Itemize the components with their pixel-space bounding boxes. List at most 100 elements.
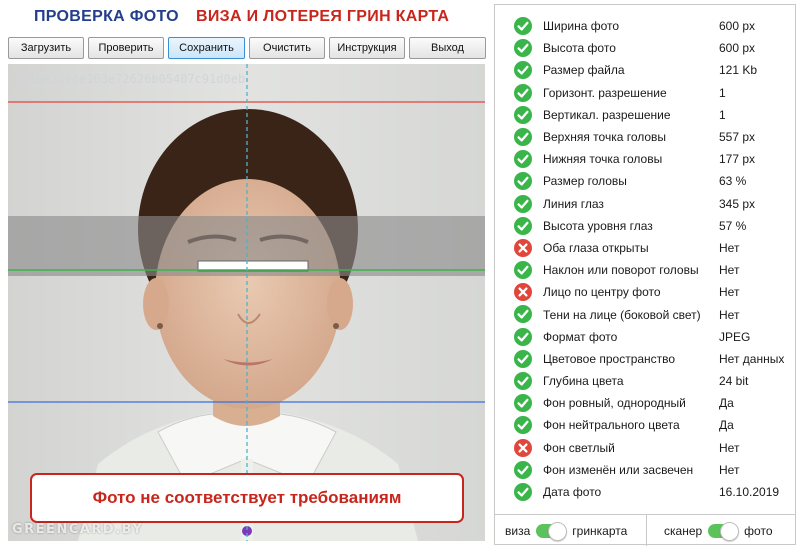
check-ok-icon <box>514 349 532 368</box>
check-label: Лицо по центру фото <box>543 285 661 300</box>
check-value: Да <box>719 418 734 433</box>
toggle-bar: виза гринкарта сканер фото <box>495 514 795 546</box>
check-label: Глубина цвета <box>543 374 624 389</box>
check-row: Высота уровня глаз 57 % <box>495 215 795 237</box>
instructions-button[interactable]: Инструкция <box>329 37 405 59</box>
check-ok-icon <box>514 261 532 280</box>
check-label: Фон изменён или засвечен <box>543 462 694 477</box>
check-value: 57 % <box>719 218 747 233</box>
check-ok-icon <box>514 482 532 501</box>
check-value: Да <box>719 396 734 411</box>
check-label: Фон нейтрального цвета <box>543 418 680 433</box>
check-ok-icon <box>514 372 532 390</box>
check-label: Высота фото <box>543 41 616 56</box>
check-ok-icon <box>514 17 532 35</box>
check-value: 600 px <box>719 41 756 56</box>
check-ok-icon <box>514 39 532 58</box>
check-label: Размер файла <box>543 63 625 78</box>
check-value: Нет <box>719 462 740 477</box>
app-subtitle: ВИЗА И ЛОТЕРЕЯ ГРИН КАРТА <box>196 8 450 25</box>
result-banner: Фото не соответствует требованиям <box>30 473 464 523</box>
source-photo-label: фото <box>744 523 773 538</box>
check-value: 1 <box>719 85 726 100</box>
check-row: Горизонт. разрешение 1 <box>495 82 795 104</box>
check-row: Ширина фото 600 px <box>495 15 795 37</box>
check-ok-icon <box>514 327 532 346</box>
check-ok-icon <box>514 150 532 169</box>
check-row: Наклон или поворот головы Нет <box>495 259 795 281</box>
check-fail-icon <box>514 283 532 302</box>
check-ok-icon <box>514 394 532 413</box>
photo-hash: bb15e23cce103e72626b05407c91d0eb <box>14 72 246 86</box>
check-value: 557 px <box>719 130 756 145</box>
check-ok-icon <box>514 216 532 235</box>
load-button[interactable]: Загрузить <box>8 37 84 59</box>
check-row: Тени на лице (боковой свет) Нет <box>495 303 795 325</box>
check-row: Цветовое пространство Нет данных <box>495 348 795 370</box>
check-ok-icon <box>514 61 532 80</box>
check-row: Верхняя точка головы 557 px <box>495 126 795 148</box>
check-row: Линия глаз 345 px <box>495 193 795 215</box>
check-row: Размер файла 121 Kb <box>495 59 795 81</box>
check-fail-icon <box>514 438 532 457</box>
check-label: Нижняя точка головы <box>543 152 663 167</box>
check-row: Дата фото 16.10.2019 <box>495 481 795 503</box>
watermark: GREENCARD.BY <box>12 522 144 537</box>
check-label: Линия глаз <box>543 196 604 211</box>
check-label: Наклон или поворот головы <box>543 263 699 278</box>
check-label: Фон светлый <box>543 440 615 455</box>
result-text: Фото не соответствует требованиям <box>92 488 402 507</box>
check-row: Нижняя точка головы 177 px <box>495 148 795 170</box>
app-window: ПРОВЕРКА ФОТО ВИЗА И ЛОТЕРЕЯ ГРИН КАРТА … <box>0 0 800 550</box>
check-value: 600 px <box>719 19 756 34</box>
source-scanner-label: сканер <box>664 523 703 538</box>
check-value: Нет данных <box>719 351 785 366</box>
save-button[interactable]: Сохранить <box>168 37 245 59</box>
check-ok-icon <box>514 127 532 146</box>
check-label: Высота уровня глаз <box>543 218 653 233</box>
check-row: Оба глаза открыты Нет <box>495 237 795 259</box>
check-row: Лицо по центру фото Нет <box>495 281 795 303</box>
check-row: Фон светлый Нет <box>495 437 795 459</box>
mode-toggle-switch[interactable] <box>536 521 568 541</box>
source-toggle-switch[interactable] <box>708 521 740 541</box>
photo-preview: bb15e23cce103e72626b05407c91d0eb Фото не… <box>8 64 485 541</box>
check-ok-icon <box>514 460 532 479</box>
check-label: Ширина фото <box>543 19 620 34</box>
mode-greencard-label: гринкарта <box>572 523 628 538</box>
check-button[interactable]: Проверить <box>88 37 164 59</box>
check-row: Формат фото JPEG <box>495 326 795 348</box>
check-row: Фон нейтрального цвета Да <box>495 414 795 436</box>
check-value: 345 px <box>719 196 756 211</box>
toggle-divider <box>646 515 647 546</box>
header: ПРОВЕРКА ФОТО ВИЗА И ЛОТЕРЕЯ ГРИН КАРТА <box>0 6 490 32</box>
check-value: 121 Kb <box>719 63 758 78</box>
check-row: Фон изменён или засвечен Нет <box>495 459 795 481</box>
check-value: 1 <box>719 107 726 122</box>
check-value: 16.10.2019 <box>719 485 780 500</box>
check-label: Размер головы <box>543 174 627 189</box>
exit-button[interactable]: Выход <box>409 37 486 59</box>
source-toggle-group: сканер фото <box>664 515 773 546</box>
check-value: Нет <box>719 263 740 278</box>
check-value: 177 px <box>719 152 756 167</box>
check-ok-icon <box>514 83 532 102</box>
check-value: Нет <box>719 285 740 300</box>
check-value: Нет <box>719 240 740 255</box>
check-ok-icon <box>514 172 532 191</box>
check-label: Формат фото <box>543 329 618 344</box>
check-row: Размер головы 63 % <box>495 170 795 192</box>
check-label: Горизонт. разрешение <box>543 85 667 100</box>
toolbar: Загрузить Проверить Сохранить Очистить И… <box>8 37 486 59</box>
check-label: Верхняя точка головы <box>543 130 667 145</box>
check-row: Глубина цвета 24 bit <box>495 370 795 392</box>
checks-list: Ширина фото 600 px Высота фото 600 px Размер… <box>495 15 795 503</box>
check-value: JPEG <box>719 329 751 344</box>
mode-visa-label: виза <box>505 523 531 538</box>
clear-button[interactable]: Очистить <box>249 37 325 59</box>
portrait-image <box>8 64 485 541</box>
check-ok-icon <box>514 194 532 213</box>
check-value: 63 % <box>719 174 747 189</box>
check-fail-icon <box>514 238 532 257</box>
check-ok-icon <box>514 305 532 324</box>
